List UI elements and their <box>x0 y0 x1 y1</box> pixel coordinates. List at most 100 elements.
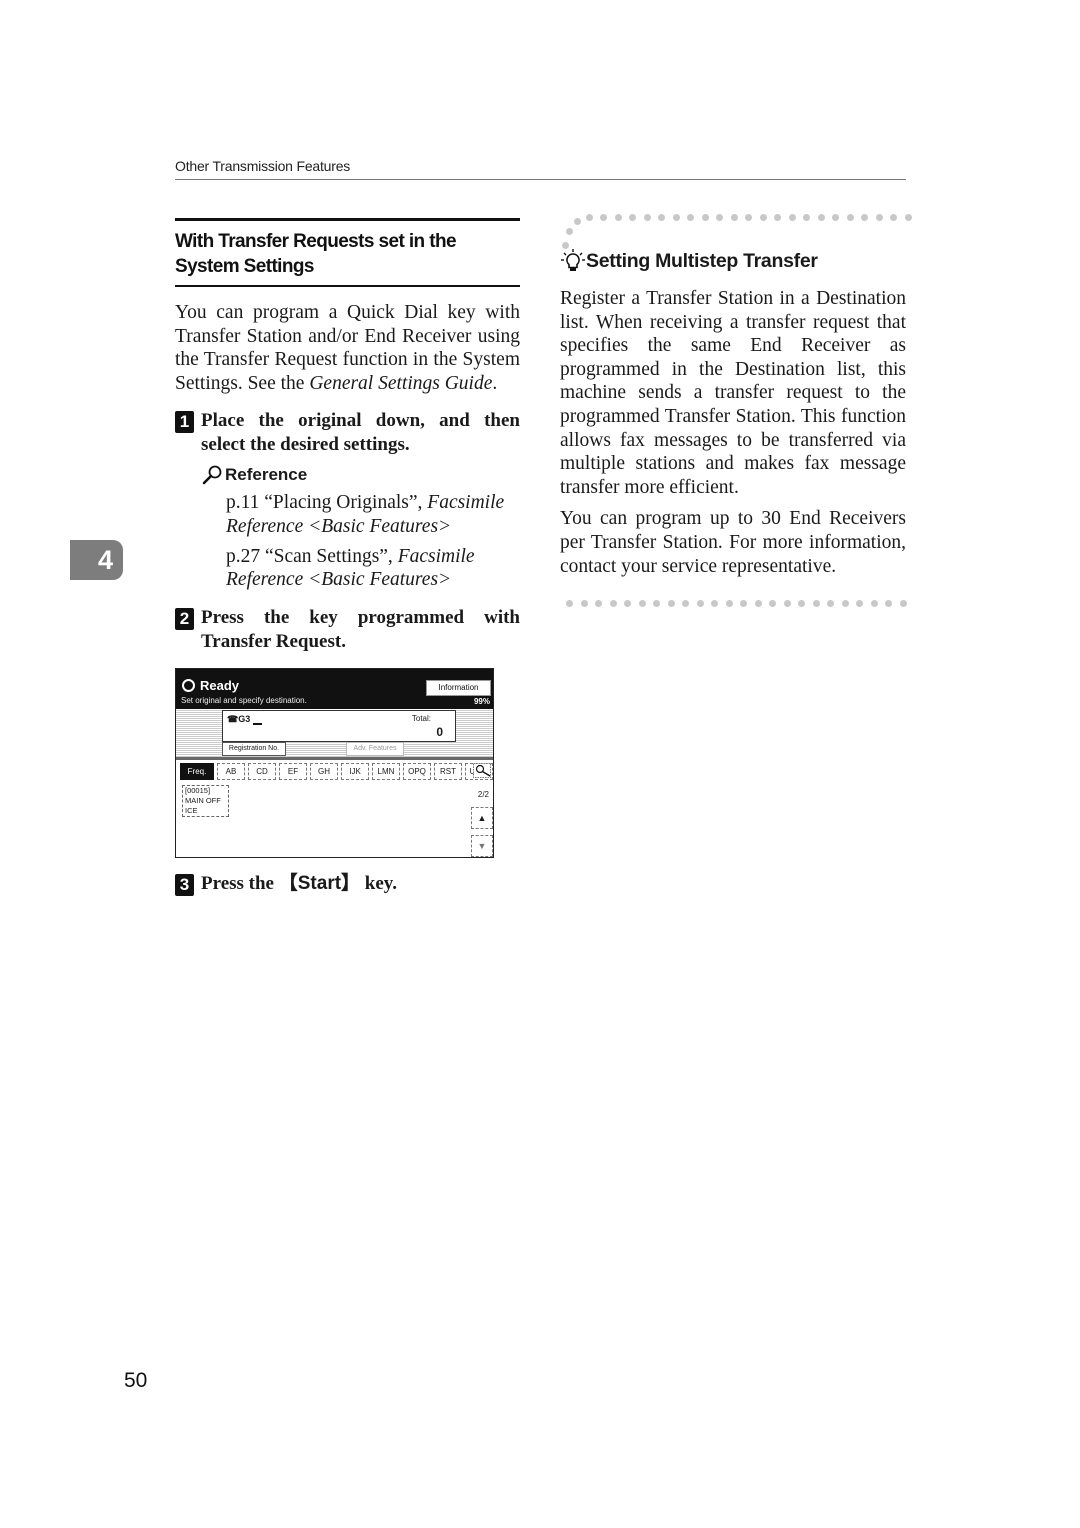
tab-lmn[interactable]: LMN <box>372 762 400 780</box>
dot <box>566 600 573 608</box>
dot <box>827 600 834 608</box>
dot <box>745 214 752 221</box>
dot <box>812 600 820 608</box>
step-1: 1 Place the original down, and then sele… <box>175 409 520 457</box>
dot <box>832 214 839 221</box>
scroll-up-button[interactable]: ▲ <box>471 806 493 829</box>
entry-id: [00015] <box>185 785 211 795</box>
tip-title-text: Setting Multistep Transfer <box>586 249 818 272</box>
dot <box>740 600 747 608</box>
adv-features-button[interactable]: Adv. Features <box>346 741 404 756</box>
dot <box>614 214 622 221</box>
dot <box>653 600 660 608</box>
dot <box>861 214 868 221</box>
tab-rst[interactable]: RST <box>434 762 462 780</box>
step-number: 2 <box>175 607 194 630</box>
intro-paragraph: You can program a Quick Dial key with Tr… <box>175 301 520 395</box>
dot <box>643 214 651 221</box>
dot <box>629 214 636 221</box>
dot <box>638 600 646 608</box>
screen-header: Ready Set original and specify destinati… <box>176 668 493 709</box>
reference-item: p.27 “Scan Settings”, Facsimile Referenc… <box>226 545 520 592</box>
quick-dial-key[interactable]: [00015] MAIN OFF ICE <box>182 784 229 817</box>
step-text: Press the <box>201 872 279 894</box>
entry-name-line1: MAIN OFF <box>185 795 221 805</box>
tip-paragraph: Register a Transfer Station in a Destina… <box>560 288 906 498</box>
dot <box>754 600 762 608</box>
status-message: Set original and specify destination. <box>181 695 307 705</box>
dot <box>658 214 665 221</box>
step-text: Press the key programmed with Transfer R… <box>201 606 520 652</box>
dot <box>580 600 588 608</box>
step-3: 3 Press the 【Start】 key. <box>175 872 520 896</box>
reference-title: Reference <box>201 465 520 485</box>
dot <box>716 214 723 221</box>
reference-page: p.27 “Scan Settings”, <box>226 545 398 567</box>
dot <box>711 600 718 608</box>
dot <box>841 600 849 608</box>
dot <box>609 600 617 608</box>
magnifier-icon <box>202 465 222 485</box>
dot <box>788 214 796 221</box>
dot <box>774 214 781 221</box>
dot <box>875 214 883 221</box>
dot <box>687 214 694 221</box>
arrow-down-icon: ▼ <box>477 840 487 851</box>
intro-end: . <box>492 372 498 394</box>
dot <box>759 214 767 221</box>
reference-page: p.11 “Placing Originals”, <box>226 492 428 514</box>
dot <box>803 214 810 221</box>
tab-opq[interactable]: OPQ <box>403 762 431 780</box>
step-number: 1 <box>175 411 194 434</box>
tab-freq[interactable]: Freq. <box>180 762 214 780</box>
dot <box>870 600 878 608</box>
total-value: 0 <box>436 724 443 739</box>
dot <box>624 600 631 608</box>
tip-body: Register a Transfer Station in a Destina… <box>560 287 906 578</box>
reference-block: Reference p.11 “Placing Originals”, Facs… <box>201 465 520 591</box>
dot <box>885 600 892 608</box>
dot <box>899 600 907 608</box>
information-button[interactable]: Information <box>426 679 491 696</box>
divider-bar <box>176 756 493 760</box>
lightbulb-icon <box>561 249 585 271</box>
search-icon[interactable] <box>473 762 491 778</box>
dotted-border-bottom <box>560 600 907 610</box>
tab-ab[interactable]: AB <box>217 762 245 780</box>
dot <box>783 600 791 608</box>
page-number: 50 <box>124 1369 148 1392</box>
dot <box>566 228 573 235</box>
dot <box>667 600 675 608</box>
dot <box>574 218 581 225</box>
scroll-down-button[interactable]: ▼ <box>471 834 493 857</box>
input-cursor <box>253 722 262 725</box>
reference-label: Reference <box>225 465 308 485</box>
tab-cd[interactable]: CD <box>248 762 276 780</box>
left-column: With Transfer Requests set in the System… <box>175 218 520 896</box>
dot <box>817 214 825 221</box>
dot <box>600 214 607 221</box>
line-label: G3 <box>238 713 251 724</box>
registration-no-button[interactable]: Registration No. <box>222 741 286 756</box>
destination-field[interactable]: ☎G3 Total: 0 <box>222 709 456 742</box>
dot <box>682 600 689 608</box>
dot <box>890 214 897 221</box>
tab-gh[interactable]: GH <box>310 762 338 780</box>
dot <box>701 214 709 221</box>
step-text: Place the original down, and then select… <box>201 410 520 456</box>
dot <box>696 600 704 608</box>
step-text-end: key. <box>360 872 397 894</box>
chapter-tab: 4 <box>70 540 123 580</box>
memory-indicator: 99% <box>473 696 490 706</box>
tip-title: Setting Multistep Transfer <box>560 248 818 274</box>
tab-ijk[interactable]: IJK <box>341 762 369 780</box>
dot <box>586 214 593 221</box>
dot <box>798 600 805 608</box>
index-tabs: Freq. AB CD EF GH IJK LMN OPQ RST UVW XY… <box>180 762 493 780</box>
reference-item: p.11 “Placing Originals”, Facsimile Refe… <box>226 491 520 538</box>
dot <box>595 600 602 608</box>
header-rule <box>175 179 906 180</box>
dot <box>769 600 776 608</box>
tab-ef[interactable]: EF <box>279 762 307 780</box>
dot <box>856 600 863 608</box>
